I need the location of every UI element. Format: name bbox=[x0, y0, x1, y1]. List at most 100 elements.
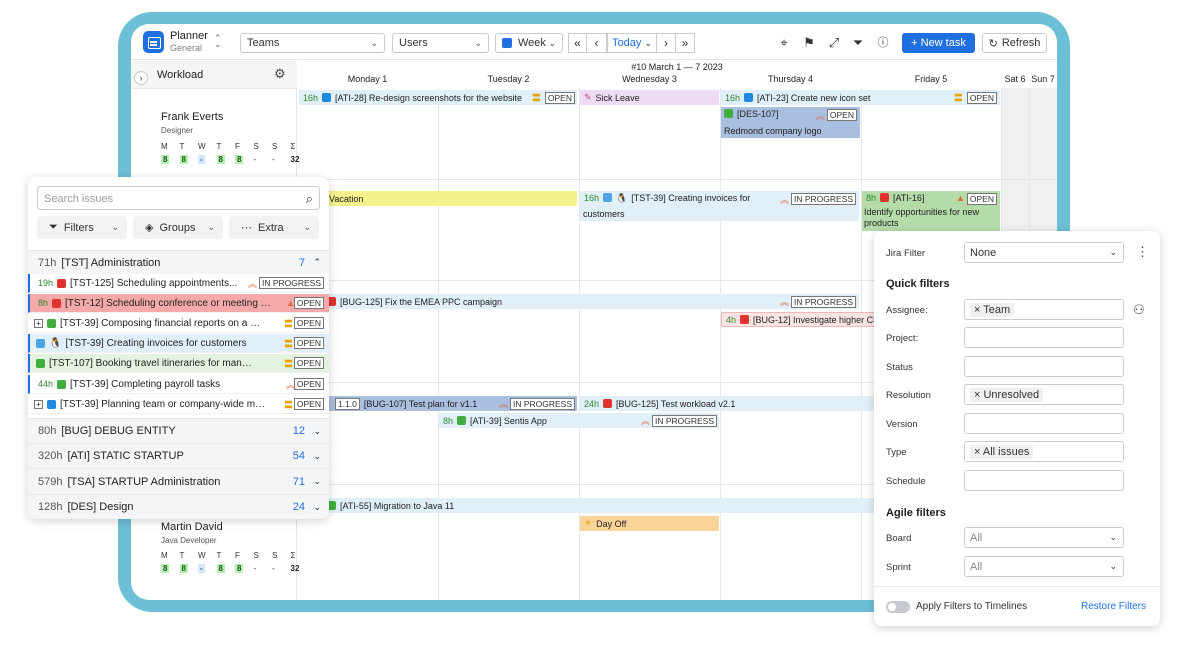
high-priority-icon: ︽ bbox=[815, 111, 825, 121]
group-hours: 71h bbox=[38, 256, 57, 269]
sprint-select[interactable]: All ⌄ bbox=[964, 556, 1124, 577]
gear-icon[interactable]: ⚙ bbox=[274, 66, 286, 82]
filter-icon[interactable]: ⏷ bbox=[850, 35, 866, 51]
expand-sidebar-button[interactable]: › bbox=[134, 71, 148, 85]
status-badge: IN PROGRESS bbox=[790, 295, 856, 308]
view-select[interactable]: Week ⌄ bbox=[495, 33, 563, 53]
status-field[interactable] bbox=[964, 356, 1124, 377]
schedule-field[interactable] bbox=[964, 470, 1124, 491]
task-vacation[interactable]: Vacation bbox=[299, 191, 577, 206]
switch-planner-icon[interactable]: ⌃ ⌄ bbox=[214, 34, 222, 49]
today-button[interactable]: Today ⌄ bbox=[607, 33, 657, 53]
jira-filter-label: Jira Filter bbox=[886, 248, 926, 259]
jira-filter-select[interactable]: None ⌄ bbox=[964, 242, 1124, 263]
group-hours: 320h bbox=[38, 450, 63, 462]
day-letter: F bbox=[235, 551, 240, 560]
version-field[interactable] bbox=[964, 413, 1124, 434]
group-bug[interactable]: 80h [BUG] DEBUG ENTITY 12 ⌄ bbox=[28, 418, 329, 443]
task-title: [BUG-12] Investigate higher CPC bbox=[753, 314, 886, 325]
task-bug-107[interactable]: 1.1.0 [BUG-107] Test plan for v1.1 ︽ IN PRO… bbox=[299, 396, 577, 411]
task-bug-125-ppc[interactable]: [BUG-125] Fix the EMEA PPC campaign ︽ IN P… bbox=[299, 294, 859, 309]
close-icon[interactable]: × bbox=[974, 446, 983, 458]
fullscreen-icon[interactable]: ⤢ bbox=[826, 35, 842, 51]
extra-button[interactable]: ⋯ Extra ⌄ bbox=[229, 216, 319, 239]
task-ati-28[interactable]: 16h [ATI-28] Re-design screenshots for th… bbox=[299, 90, 577, 105]
new-task-button[interactable]: + New task bbox=[902, 33, 975, 53]
group-des[interactable]: 128h [DES] Design 24 ⌄ bbox=[28, 494, 329, 519]
next-day-button[interactable]: › bbox=[657, 33, 676, 53]
hours-value: 8 bbox=[179, 155, 188, 164]
day-header-wednesday: Wednesday 3 bbox=[622, 74, 677, 84]
refresh-button[interactable]: ↻ Refresh bbox=[982, 33, 1047, 53]
issue-tst-39-reports[interactable]: + [TST-39] Composing financial reports on… bbox=[28, 314, 329, 333]
resolution-chip[interactable]: × Unresolved bbox=[970, 387, 1044, 402]
task-day-off[interactable]: ☀ Day Off bbox=[580, 516, 719, 531]
restore-filters-link[interactable]: Restore Filters bbox=[1081, 601, 1146, 612]
project-field[interactable] bbox=[964, 327, 1124, 348]
board-select[interactable]: All ⌄ bbox=[964, 527, 1124, 548]
expand-icon[interactable]: + bbox=[34, 399, 43, 409]
group-tsa[interactable]: 579h [TSA] STARTUP Administration 71 ⌄ bbox=[28, 468, 329, 494]
chevron-down-icon: ⌄ bbox=[207, 222, 215, 232]
task-type-icon bbox=[744, 93, 754, 102]
filters-button[interactable]: ⏷ Filters ⌄ bbox=[37, 216, 127, 239]
status-badge: IN PROGRESS bbox=[790, 193, 856, 205]
more-vertical-icon[interactable]: ⋮ bbox=[1136, 244, 1149, 260]
users-select-label: Users bbox=[399, 37, 428, 49]
user-icon[interactable]: ⚇ bbox=[1133, 302, 1145, 318]
task-hours: 8h bbox=[443, 415, 454, 426]
person-martin[interactable]: Martin David Java Developer bbox=[161, 521, 223, 545]
task-ati-23[interactable]: 16h [ATI-23] Create new icon set 〓 OPEN bbox=[721, 90, 1000, 105]
group-ati[interactable]: 320h [ATI] STATIC STARTUP 54 ⌄ bbox=[28, 443, 329, 468]
focus-icon[interactable]: ⌖ bbox=[776, 35, 792, 51]
help-icon[interactable]: ⓘ bbox=[875, 35, 891, 51]
task-title: [TST-39] Creating invoices for bbox=[631, 193, 751, 203]
issue-tst-12[interactable]: 8h [TST-12] Scheduling conference or meet… bbox=[28, 294, 329, 313]
issue-tst-39-meeting[interactable]: + [TST-39] Planning team or company-wide … bbox=[28, 395, 329, 414]
users-select[interactable]: Users ⌄ bbox=[392, 33, 489, 53]
assignee-chip[interactable]: × Team bbox=[970, 302, 1015, 317]
close-icon[interactable]: × bbox=[974, 304, 983, 316]
apply-filters-toggle[interactable] bbox=[886, 601, 910, 613]
issue-tst-39-payroll[interactable]: 44h [TST-39] Completing payroll tasks ︽ OPE… bbox=[28, 375, 329, 394]
issue-tst-107[interactable]: [TST-107] Booking travel itineraries for… bbox=[28, 354, 329, 373]
highest-priority-icon: ▲ bbox=[955, 193, 965, 203]
task-hours: 16h bbox=[584, 193, 600, 203]
groups-button[interactable]: ◈ Groups ⌄ bbox=[133, 216, 223, 239]
next-week-button[interactable]: » bbox=[676, 33, 695, 53]
teams-select[interactable]: Teams ⌄ bbox=[240, 33, 385, 53]
double-chevron-right-icon: » bbox=[681, 36, 689, 50]
search-input[interactable]: Search issues ⌕ bbox=[37, 186, 320, 210]
type-chip[interactable]: × All issues bbox=[970, 444, 1034, 459]
more-icon: ⋯ bbox=[241, 222, 252, 234]
filters-label: Filters bbox=[63, 221, 94, 234]
assignee-field[interactable]: × Team bbox=[964, 299, 1124, 320]
flag-icon[interactable]: ⚑ bbox=[801, 35, 817, 51]
hours-value: 8 bbox=[216, 564, 225, 573]
hours-value: - bbox=[253, 155, 257, 164]
task-des-107[interactable]: [DES-107] ︽ OPEN Redmond company logo bbox=[721, 107, 860, 138]
high-priority-icon: ︽ bbox=[247, 278, 257, 289]
task-tst-39[interactable]: 16h 🐧 [TST-39] Creating invoices for ︽ IN PR… bbox=[580, 191, 859, 221]
resolution-field[interactable]: × Unresolved bbox=[964, 384, 1124, 405]
type-field[interactable]: × All issues bbox=[964, 441, 1124, 462]
day-divider bbox=[438, 88, 439, 600]
issue-tst-39-invoices[interactable]: 🐧 [TST-39] Creating invoices for customer… bbox=[28, 334, 329, 353]
group-tst[interactable]: 71h [TST] Administration 7 ⌃ bbox=[28, 250, 329, 274]
task-ati-16[interactable]: 8h [ATI-16] ▲ OPEN Identify opportunities fo… bbox=[862, 191, 1000, 231]
app-brand[interactable]: Planner General bbox=[170, 31, 208, 54]
prev-week-button[interactable]: « bbox=[568, 33, 587, 53]
person-frank[interactable]: Frank Everts Designer bbox=[161, 111, 223, 135]
task-ati-39[interactable]: 8h [ATI-39] Sentis App ︽ IN PROGRESS bbox=[439, 413, 719, 428]
status-badge: IN PROGRESS bbox=[258, 277, 324, 289]
chevron-down-icon: ⌄ bbox=[370, 37, 378, 48]
person-role: Java Developer bbox=[161, 536, 217, 545]
prev-day-button[interactable]: ‹ bbox=[587, 33, 607, 53]
task-title: [ATI-23] Create new icon set bbox=[757, 92, 871, 103]
workload-header: Workload ⚙ bbox=[131, 61, 297, 89]
task-sick-leave[interactable]: ✎ Sick Leave bbox=[580, 90, 719, 105]
expand-icon[interactable]: + bbox=[34, 318, 43, 328]
teams-select-label: Teams bbox=[247, 37, 280, 49]
week-title: #10 March 1 — 7 2023 bbox=[631, 62, 723, 72]
issue-tst-125[interactable]: 19h [TST-125] Scheduling appointments... ︽… bbox=[28, 274, 329, 293]
